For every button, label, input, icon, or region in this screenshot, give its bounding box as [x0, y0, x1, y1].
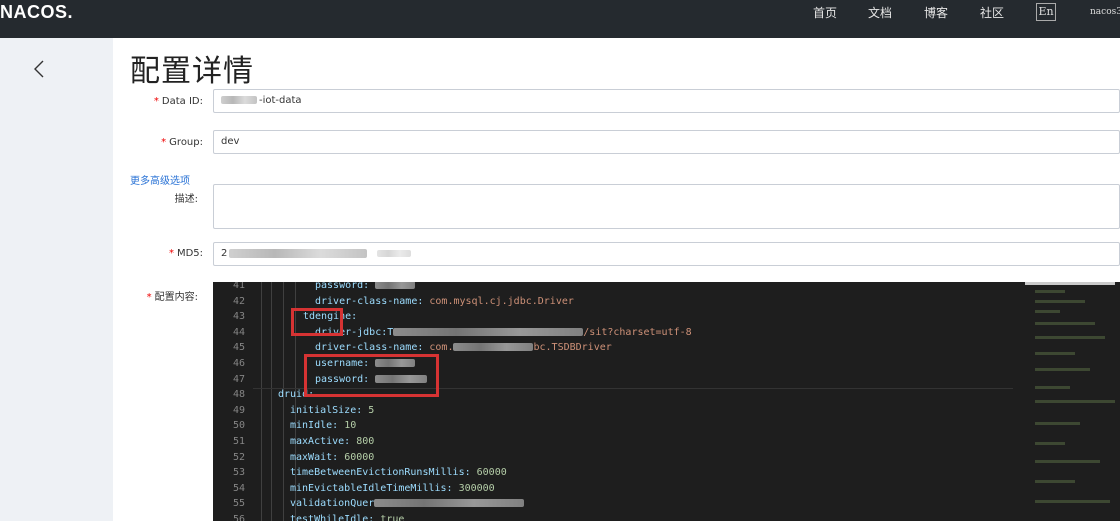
- redacted-block: [393, 327, 584, 336]
- code-line[interactable]: minEvictableIdleTimeMillis: 300000: [290, 483, 495, 494]
- minimap-line: [1035, 300, 1085, 303]
- indent-guide: [261, 282, 262, 521]
- nav-home[interactable]: 首页: [813, 4, 837, 21]
- code-line[interactable]: maxWait: 60000: [290, 452, 374, 463]
- line-number: 46: [232, 358, 245, 369]
- code-line[interactable]: timeBetweenEvictionRunsMillis: 60000: [290, 467, 507, 478]
- line-number: 52: [232, 451, 245, 463]
- minimap-line: [1035, 322, 1095, 325]
- code-editor[interactable]: 41 password: 42 driver-class-name: com.mysq…: [213, 282, 1120, 521]
- md5-field[interactable]: 2: [213, 242, 1120, 266]
- more-options-link[interactable]: 更多高级选项: [130, 172, 190, 187]
- line-number: 49: [232, 404, 245, 416]
- minimap-line: [1035, 290, 1065, 293]
- highlight-box-tdengine: [291, 308, 343, 336]
- minimap[interactable]: [1023, 282, 1120, 521]
- line-number: 43: [232, 311, 245, 323]
- minimap-line: [1035, 386, 1070, 389]
- md5-label: * MD5:: [168, 248, 203, 259]
- line-number: 56: [232, 514, 245, 521]
- line-number: 54: [232, 482, 245, 494]
- description-label: 描述:: [174, 194, 198, 205]
- minimap-line: [1035, 352, 1075, 355]
- redacted-block: [221, 96, 257, 104]
- code-line[interactable]: minIdle: 10: [290, 420, 356, 431]
- line-number: 55: [232, 498, 245, 510]
- nacos-logo[interactable]: NACOS.: [0, 2, 73, 23]
- content-label: * 配置内容:: [146, 292, 198, 303]
- minimap-line: [1035, 310, 1060, 313]
- redacted-block: [377, 249, 412, 257]
- minimap-line: [1035, 460, 1100, 463]
- line-number: 48: [232, 389, 245, 401]
- minimap-line: [1035, 480, 1075, 483]
- code-line[interactable]: driver-class-name: com.mysql.cj.jdbc.Dri…: [315, 296, 574, 307]
- minimap-line: [1025, 282, 1115, 285]
- minimap-line: [1035, 400, 1115, 403]
- line-number: 53: [232, 467, 245, 479]
- nav-community[interactable]: 社区: [980, 4, 1004, 21]
- code-line[interactable]: testWhileIdle: true: [290, 514, 404, 521]
- redacted-block: [453, 343, 534, 352]
- line-number: 51: [232, 436, 245, 447]
- code-line[interactable]: driver-jdbc:T/sit?charset=utf-8: [315, 327, 692, 338]
- page-title: 配置详情: [130, 54, 254, 89]
- code-line[interactable]: maxActive: 800: [290, 436, 374, 447]
- code-line[interactable]: validationQuer: [290, 498, 525, 509]
- code-line[interactable]: password:: [315, 282, 416, 291]
- redacted-block: [374, 499, 525, 508]
- data-id-label: * Data ID:: [153, 96, 203, 107]
- minimap-line: [1035, 336, 1105, 339]
- redacted-block: [375, 282, 416, 289]
- highlight-box-credentials: [304, 354, 439, 397]
- indent-guide: [283, 282, 284, 521]
- line-number: 45: [232, 342, 245, 354]
- indent-guide: [271, 282, 272, 521]
- line-number: 44: [232, 326, 245, 338]
- back-arrow-icon[interactable]: [31, 58, 47, 80]
- nav-blog[interactable]: 博客: [924, 4, 948, 21]
- minimap-line: [1035, 442, 1065, 445]
- line-number: 42: [232, 295, 245, 307]
- line-number: 50: [232, 420, 245, 432]
- nav-docs[interactable]: 文档: [868, 4, 892, 21]
- sidebar: [0, 38, 113, 521]
- line-number: 47: [232, 373, 245, 385]
- top-navbar: NACOS. 首页 文档 博客 社区 En nacos3: [0, 0, 1120, 38]
- code-line[interactable]: driver-class-name: com. bc.TSDBDriver: [315, 342, 612, 353]
- redacted-block: [229, 248, 368, 258]
- language-toggle-button[interactable]: En: [1036, 3, 1056, 21]
- line-number: 41: [232, 282, 245, 291]
- minimap-line: [1035, 500, 1110, 503]
- minimap-line: [1035, 422, 1080, 425]
- code-line[interactable]: initialSize: 5: [290, 405, 374, 416]
- user-name[interactable]: nacos3: [1090, 7, 1120, 17]
- group-field[interactable]: dev: [213, 130, 1120, 154]
- minimap-line: [1035, 368, 1090, 371]
- description-textarea[interactable]: [213, 184, 1120, 229]
- group-label: * Group:: [161, 137, 203, 148]
- data-id-field[interactable]: -iot-data: [213, 89, 1120, 113]
